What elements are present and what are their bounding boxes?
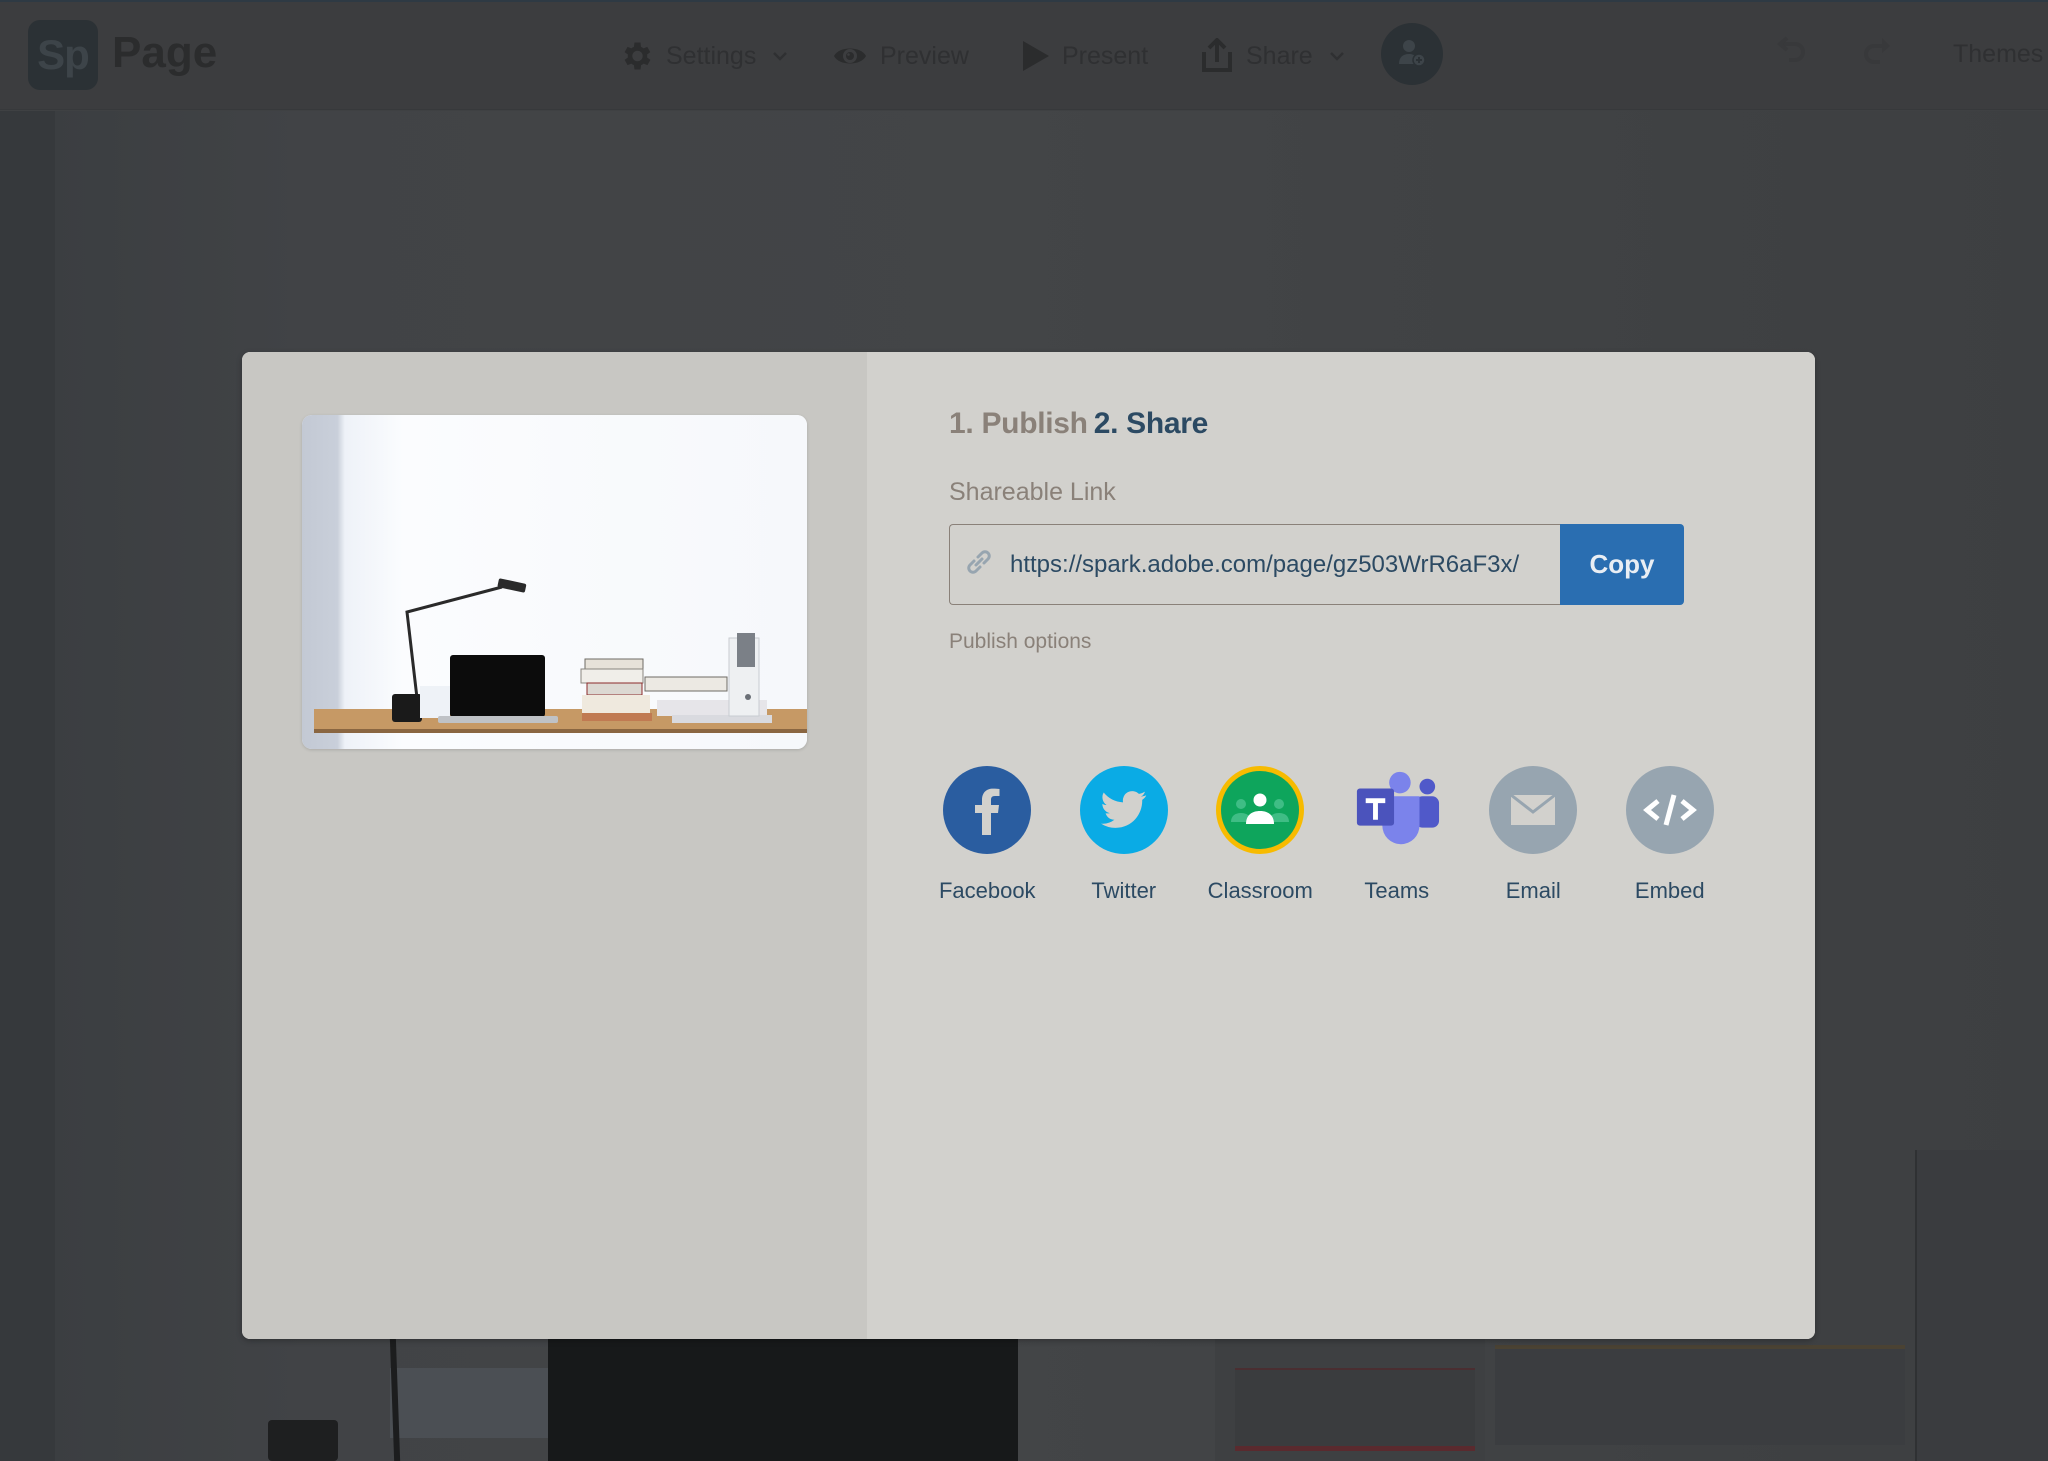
- background-photo-laptop: [548, 1338, 1018, 1461]
- embed-code-icon: [1625, 766, 1714, 854]
- background-photo-books: [1215, 1338, 1485, 1461]
- share-email-button[interactable]: Email: [1465, 766, 1602, 904]
- step-share: 2. Share: [1093, 407, 1209, 440]
- thumbnail-desk-photo: [302, 415, 807, 749]
- publish-options-link[interactable]: Publish options: [949, 630, 1091, 654]
- facebook-icon: [943, 766, 1032, 854]
- themes-button[interactable]: Themes: [1953, 40, 2043, 69]
- chevron-down-icon: [772, 50, 788, 62]
- settings-label: Settings: [666, 41, 757, 70]
- copy-link-button[interactable]: Copy: [1560, 524, 1684, 605]
- app-logo[interactable]: Sp: [28, 20, 98, 90]
- present-label: Present: [1062, 41, 1149, 70]
- invite-collaborator-button[interactable]: [1381, 23, 1443, 85]
- undo-button[interactable]: [1773, 34, 1809, 70]
- share-twitter-label: Twitter: [1091, 878, 1157, 903]
- share-targets: Facebook Twitter Classroom Teams Email E…: [919, 766, 1779, 904]
- email-icon: [1489, 766, 1578, 854]
- link-icon: [964, 547, 994, 582]
- share-label: Share: [1246, 41, 1313, 70]
- share-twitter-button[interactable]: Twitter: [1056, 766, 1193, 904]
- share-menu[interactable]: Share: [1200, 32, 1345, 80]
- play-icon: [1022, 40, 1050, 72]
- shareable-link-field: [949, 524, 1560, 605]
- preview-label: Preview: [880, 41, 969, 70]
- share-dialog: 1. Publish2. Share Shareable Link Copy P…: [242, 352, 1815, 1339]
- gear-icon: [618, 38, 654, 74]
- microsoft-teams-icon: [1353, 766, 1441, 854]
- add-user-icon: [1396, 36, 1428, 73]
- dialog-steps-title: 1. Publish 2. Share: [949, 407, 1208, 441]
- undo-icon: [1773, 36, 1809, 74]
- background-wall: [0, 111, 55, 1461]
- shareable-link-row: Copy: [949, 524, 1684, 605]
- share-embed-label: Embed: [1634, 878, 1705, 903]
- shareable-link-label: Shareable Link: [949, 478, 1116, 506]
- share-classroom-button[interactable]: Classroom: [1192, 766, 1329, 904]
- share-email-label: Email: [1505, 878, 1561, 903]
- share-classroom-label: Classroom: [1207, 878, 1313, 903]
- step-publish[interactable]: 1. Publish: [949, 407, 1088, 440]
- shareable-link-input[interactable]: [1010, 550, 1560, 579]
- share-facebook-button[interactable]: Facebook: [919, 766, 1056, 904]
- share-teams-label: Teams: [1364, 878, 1430, 903]
- eye-icon: [832, 41, 868, 71]
- page-thumbnail: [302, 415, 807, 749]
- background-photo-camera: [268, 1420, 338, 1461]
- share-teams-button[interactable]: Teams: [1329, 766, 1466, 904]
- share-embed-button[interactable]: Embed: [1602, 766, 1739, 904]
- background-photo-box: [390, 1368, 550, 1438]
- background-photo-book-stack: [1495, 1345, 1905, 1445]
- share-upload-icon: [1200, 38, 1234, 74]
- app-name: Page: [112, 28, 218, 77]
- dialog-preview-panel: [242, 352, 867, 1339]
- share-facebook-label: Facebook: [938, 878, 1036, 903]
- google-classroom-icon: [1216, 766, 1305, 854]
- redo-button[interactable]: [1860, 34, 1896, 70]
- dialog-share-panel: 1. Publish2. Share Shareable Link Copy P…: [867, 352, 1815, 1339]
- redo-icon: [1860, 38, 1896, 74]
- settings-menu[interactable]: Settings: [618, 32, 788, 80]
- app-toolbar: Sp Page Settings Preview Present Share T…: [0, 0, 2048, 110]
- chevron-down-icon: [1329, 50, 1345, 62]
- twitter-icon: [1079, 766, 1168, 854]
- preview-button[interactable]: Preview: [832, 32, 969, 80]
- background-photo-file-holder: [1915, 1150, 2048, 1461]
- present-button[interactable]: Present: [1022, 32, 1148, 80]
